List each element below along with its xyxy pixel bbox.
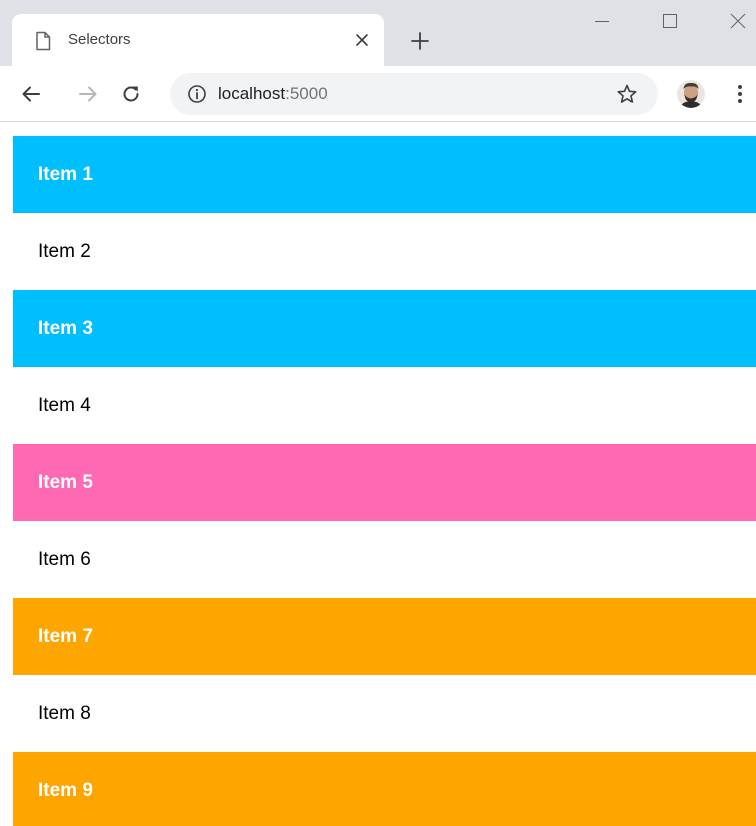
list-item: Item 9	[13, 752, 756, 826]
new-tab-button[interactable]	[406, 27, 434, 55]
browser-toolbar: localhost:5000	[0, 66, 756, 122]
url-text[interactable]: localhost:5000	[218, 84, 328, 104]
item-list: Item 1 Item 2 Item 3 Item 4 Item 5 Item …	[13, 136, 756, 826]
back-arrow-icon	[22, 86, 40, 102]
menu-button[interactable]	[730, 80, 750, 108]
page-icon	[34, 31, 52, 51]
url-port: :5000	[285, 84, 328, 103]
info-icon[interactable]	[187, 84, 207, 104]
list-item: Item 5	[13, 444, 756, 521]
close-window-button[interactable]	[720, 6, 756, 36]
list-item: Item 8	[13, 675, 756, 752]
reload-icon	[123, 86, 139, 102]
page-content: Item 1 Item 2 Item 3 Item 4 Item 5 Item …	[0, 122, 756, 826]
forward-arrow-icon	[79, 86, 97, 102]
profile-avatar[interactable]	[677, 80, 705, 108]
star-icon[interactable]	[616, 83, 638, 105]
plus-icon	[411, 32, 429, 50]
tab-strip: Selectors	[0, 0, 756, 66]
tab-title: Selectors	[68, 31, 131, 48]
tab-close-icon[interactable]	[352, 30, 372, 50]
maximize-button[interactable]	[652, 6, 688, 36]
address-bar[interactable]: localhost:5000	[170, 73, 658, 115]
minimize-button[interactable]	[584, 6, 620, 36]
kebab-menu-icon	[738, 85, 742, 103]
list-item: Item 4	[13, 367, 756, 444]
url-host: localhost	[218, 84, 286, 103]
tab-selectors[interactable]: Selectors	[12, 14, 384, 66]
list-item: Item 2	[13, 213, 756, 290]
close-icon	[730, 13, 746, 29]
list-item: Item 1	[13, 136, 756, 213]
list-item: Item 3	[13, 290, 756, 367]
reload-button[interactable]	[117, 80, 145, 108]
maximize-icon	[663, 14, 677, 28]
browser-window: Selectors localhost:5000 Item 1 Item 2 I…	[0, 0, 756, 826]
list-item: Item 6	[13, 521, 756, 598]
forward-button[interactable]	[74, 80, 102, 108]
minimize-icon	[595, 21, 609, 22]
back-button[interactable]	[17, 80, 45, 108]
list-item: Item 7	[13, 598, 756, 675]
